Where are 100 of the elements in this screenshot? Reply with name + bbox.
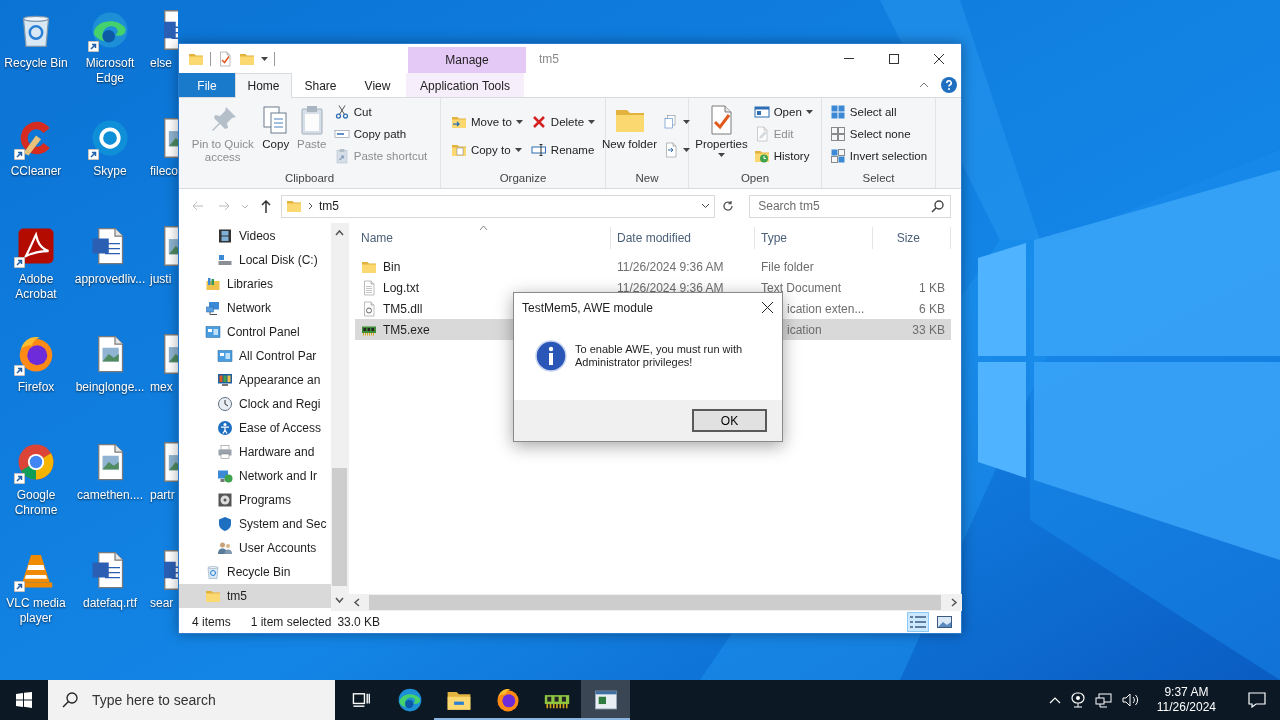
breadcrumb-item[interactable]: tm5	[318, 199, 696, 213]
caret-icon	[683, 148, 690, 152]
column-header[interactable]: Name	[355, 227, 611, 249]
size-cell: 33 KB	[912, 322, 945, 337]
desktop-icon[interactable]: datefaq.rtf	[72, 546, 148, 654]
ribbon-button[interactable]: Invert selection	[826, 146, 931, 166]
ok-button[interactable]: OK	[692, 409, 767, 432]
nav-item[interactable]: Clock and Regi	[179, 392, 331, 416]
file-item[interactable]: Bin	[355, 256, 611, 277]
column-header[interactable]: Size	[873, 227, 951, 249]
caret-icon	[701, 203, 711, 209]
nav-item[interactable]: Control Panel	[179, 320, 331, 344]
chevron-up-icon	[1048, 696, 1061, 704]
caret-icon	[683, 120, 690, 124]
desktop-icon[interactable]: Skype	[72, 114, 148, 222]
type-cell: ication	[787, 322, 822, 337]
printer-icon	[217, 444, 233, 460]
ribbon-button[interactable]: Delete	[527, 112, 599, 132]
network-tray-button[interactable]	[1094, 692, 1112, 708]
ribbon-button[interactable]: Select all	[826, 102, 931, 122]
ribbon-tab[interactable]: Application Tools	[406, 73, 524, 97]
chat-bubble-icon	[90, 118, 130, 158]
ribbon-button[interactable]: Copy path	[330, 124, 431, 144]
nav-item[interactable]: Ease of Access	[179, 416, 331, 440]
nav-item[interactable]: Network and Ir	[179, 464, 331, 488]
nav-item[interactable]: Network	[179, 296, 331, 320]
nav-item[interactable]: Libraries	[179, 272, 331, 296]
ribbon-tab[interactable]: File	[179, 73, 235, 97]
ribbon-button[interactable]: Cut	[330, 102, 431, 122]
ribbon-button[interactable]: New folder	[601, 102, 658, 153]
desktop-icon[interactable]: Firefox	[0, 330, 72, 438]
taskbar-search-box[interactable]: Type here to search	[48, 680, 335, 720]
nav-item[interactable]: System and Sec	[179, 512, 331, 536]
ribbon-button[interactable]: Select none	[826, 124, 931, 144]
network-icon	[1094, 692, 1112, 708]
nav-item[interactable]: Videos	[179, 224, 331, 248]
desktop-icon[interactable]: Adobe Acrobat	[0, 222, 72, 330]
desktop-icon[interactable]: Microsoft Edge	[72, 6, 148, 114]
nav-item[interactable]: Hardware and	[179, 440, 331, 464]
group-label: Organize	[498, 171, 548, 186]
clock[interactable]: 9:37 AM 11/26/2024	[1148, 685, 1224, 715]
ribbon-button[interactable]: History	[750, 146, 816, 166]
nav-item[interactable]: All Control Par	[179, 344, 331, 368]
taskbar-app-button[interactable]	[581, 680, 630, 720]
network-icon	[205, 300, 221, 316]
desktop-icon[interactable]: Recycle Bin	[0, 6, 72, 114]
speaker-icon	[1121, 693, 1139, 707]
scrollbar[interactable]	[331, 223, 348, 611]
caret-icon	[805, 110, 813, 114]
desktop-icon[interactable]: approvedliv...	[72, 222, 148, 330]
info-icon	[535, 340, 567, 372]
ribbon-button[interactable]: Properties	[694, 102, 749, 159]
collapse-icon[interactable]	[919, 82, 929, 88]
ribbon-button[interactable]: Rename	[527, 140, 599, 160]
thumbnail-view-icon	[936, 616, 952, 628]
minimize-icon	[843, 58, 854, 59]
caret-icon	[514, 148, 522, 152]
refresh-icon	[722, 200, 735, 212]
ribbon-button[interactable]: Copy	[258, 102, 293, 153]
details-view-button[interactable]	[907, 612, 929, 632]
help-icon[interactable]	[941, 77, 957, 93]
desktop-icon[interactable]: camethen....	[72, 438, 148, 546]
check-document-icon	[217, 50, 233, 67]
ribbon-tab[interactable]: Home	[235, 73, 292, 98]
address-bar[interactable]: tm5	[280, 194, 716, 218]
nav-item[interactable]: Local Disk (C:)	[179, 248, 331, 272]
desktop-icon[interactable]: VLC media player	[0, 546, 72, 654]
desktop-icon[interactable]: Google Chrome	[0, 438, 72, 546]
ribbon-button[interactable]: Open	[750, 102, 816, 122]
file-item[interactable]: Log.txt	[355, 277, 611, 298]
volume-button[interactable]	[1121, 693, 1139, 707]
books-icon	[205, 276, 221, 292]
invert-selection-icon	[829, 148, 846, 164]
forward-arrow-icon	[217, 201, 230, 211]
nav-item[interactable]: Recycle Bin	[179, 560, 331, 584]
fox-globe-icon	[494, 687, 521, 713]
caret-icon	[240, 203, 249, 209]
taskbar-search-field[interactable]: Type here to search	[90, 691, 335, 709]
status-text: 4 items	[192, 615, 232, 629]
search-box[interactable]: Search tm5	[749, 194, 951, 218]
desktop-icon[interactable]: beinglonge...	[72, 330, 148, 438]
tray-icon[interactable]	[1070, 692, 1085, 708]
details-view-icon	[910, 616, 926, 628]
show-hidden-icons-button[interactable]	[1048, 696, 1061, 704]
ribbon-button[interactable]: Copy to	[447, 140, 526, 160]
desktop-icon[interactable]: CCleaner	[0, 114, 72, 222]
nav-item[interactable]: tm5	[179, 584, 331, 608]
nav-item[interactable]: Programs	[179, 488, 331, 512]
file-name: Bin	[383, 259, 401, 274]
globe-monitor-icon	[217, 468, 233, 484]
column-header[interactable]: Date modified	[611, 227, 755, 249]
shield-icon	[217, 516, 233, 532]
search-field[interactable]: Search tm5	[758, 199, 925, 213]
nav-item[interactable]: User Accounts	[179, 536, 331, 560]
ribbon-button[interactable]: Move to	[447, 112, 526, 132]
column-header[interactable]: Type	[755, 227, 873, 249]
context-header: Manage	[408, 47, 526, 73]
status-text: 1 item selected	[250, 615, 333, 629]
nav-item[interactable]: Appearance an	[179, 368, 331, 392]
scrollbar[interactable]	[349, 594, 962, 611]
